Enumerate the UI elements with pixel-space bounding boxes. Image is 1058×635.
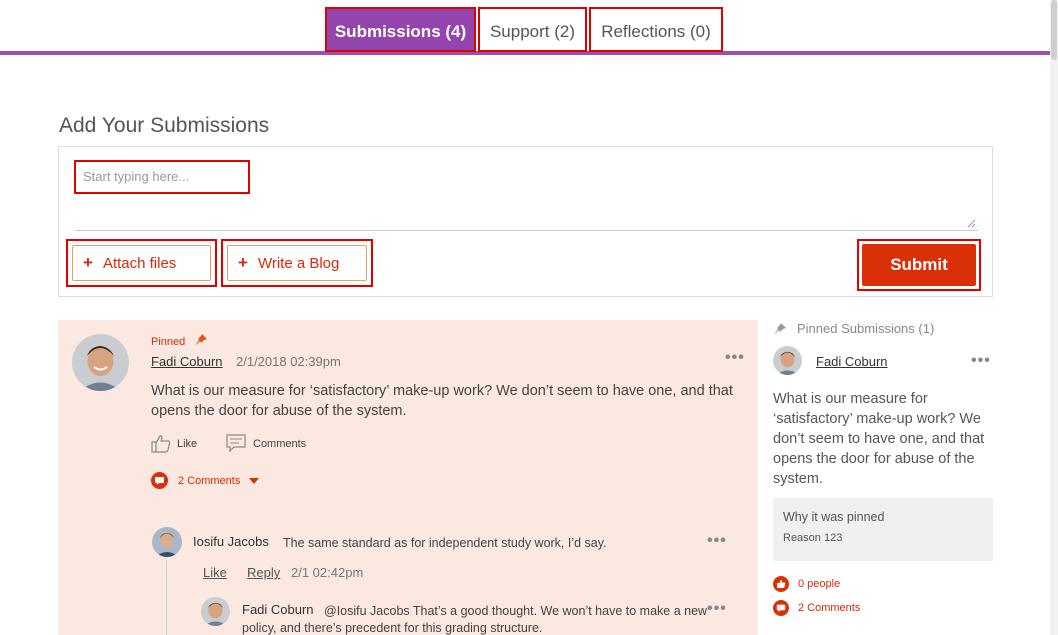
- why-pinned-box: Why it was pinned Reason 123: [773, 498, 993, 561]
- post-comments-button[interactable]: Comments: [226, 434, 306, 453]
- why-pinned-title: Why it was pinned: [783, 510, 885, 524]
- pin-icon: [195, 334, 207, 346]
- why-pinned-reason: Reason 123: [783, 532, 843, 544]
- avatar-fadi-coburn-icon: [72, 334, 129, 391]
- post-timestamp: 2/1/2018 02:39pm: [236, 354, 341, 369]
- reply-author[interactable]: Iosifu Jacobs: [193, 534, 269, 549]
- comment-icon: [226, 434, 246, 453]
- caret-down-icon: [249, 477, 260, 484]
- post-more-icon[interactable]: •••: [725, 349, 745, 367]
- reply-more-icon[interactable]: •••: [707, 600, 727, 618]
- likes-count: 0 people: [798, 578, 841, 590]
- plus-icon: +: [238, 253, 248, 272]
- pin-icon: [774, 322, 786, 335]
- comments-count: 2 Comments: [178, 474, 241, 487]
- comment-bubble-icon: [151, 472, 168, 489]
- comment-bubble-icon: [773, 600, 789, 616]
- avatar[interactable]: [201, 597, 230, 626]
- plus-icon: +: [83, 253, 93, 272]
- tab-reflections[interactable]: Reflections (0): [589, 7, 723, 52]
- scrollbar-thumb[interactable]: [1051, 0, 1057, 60]
- tab-submissions[interactable]: Submissions (4): [325, 7, 476, 52]
- reply-text: @Iosifu Jacobs That’s a good thought. We…: [242, 604, 708, 635]
- sidebar-post-body: What is our measure for ‘satisfactory’ m…: [773, 391, 985, 487]
- pinned-submissions-header: Pinned Submissions (1): [773, 321, 934, 336]
- avatar-iosifu-jacobs-icon: [152, 527, 182, 557]
- sidebar-comments-link[interactable]: 2 Comments: [773, 600, 860, 616]
- thumbs-up-icon: [151, 435, 171, 453]
- avatar[interactable]: [773, 346, 802, 375]
- write-blog-label: Write a Blog: [257, 254, 340, 272]
- avatar-fadi-coburn-icon: [773, 346, 802, 375]
- sidebar-more-icon[interactable]: •••: [971, 352, 991, 370]
- post-body: What is our measure for ‘satisfactory’ m…: [151, 383, 733, 419]
- thread-line: [166, 560, 167, 635]
- submit-button[interactable]: Submit: [857, 239, 981, 291]
- reply-button[interactable]: Reply: [247, 565, 280, 580]
- sidebar-comments-count: 2 Comments: [798, 602, 861, 614]
- reply-more-icon[interactable]: •••: [707, 532, 727, 550]
- attach-files-button[interactable]: + Attach files: [66, 239, 217, 287]
- sidebar-author-link[interactable]: Fadi Coburn: [816, 354, 888, 369]
- post-author-link[interactable]: Fadi Coburn: [151, 354, 223, 369]
- pinned-sidebar: Pinned Submissions (1) Fadi Coburn ••• W…: [773, 318, 993, 635]
- textarea-placeholder[interactable]: Start typing here...: [74, 160, 250, 194]
- comments-label: Comments: [253, 437, 307, 450]
- comments-toggle[interactable]: 2 Comments: [151, 472, 260, 489]
- pinned-label: Pinned: [151, 336, 186, 348]
- page-scrollbar[interactable]: [1050, 0, 1058, 635]
- avatar-fadi-coburn-icon: [201, 597, 230, 626]
- pinned-submissions-label: Pinned Submissions (1): [797, 321, 935, 336]
- attach-files-label: Attach files: [102, 254, 177, 272]
- resize-grip-icon[interactable]: [967, 219, 976, 228]
- submit-label: Submit: [862, 244, 976, 286]
- pinned-post: Pinned Fadi Coburn 2/1/2018 02:39pm ••• …: [58, 320, 758, 635]
- thumbs-up-badge-icon: [773, 576, 789, 592]
- section-title: Add Your Submissions: [59, 114, 270, 137]
- avatar[interactable]: [72, 334, 129, 391]
- reply-text: The same standard as for independent stu…: [283, 536, 607, 550]
- tab-support[interactable]: Support (2): [478, 7, 587, 52]
- reply-like-button[interactable]: Like: [203, 565, 227, 580]
- post-like-button[interactable]: Like: [151, 434, 197, 453]
- write-blog-button[interactable]: + Write a Blog: [221, 239, 373, 287]
- like-label: Like: [177, 437, 198, 450]
- tab-bar: Submissions (4) Support (2) Reflections …: [0, 0, 1050, 56]
- reply-timestamp: 2/1 02:42pm: [291, 565, 364, 580]
- likes-count-link[interactable]: 0 people: [773, 576, 840, 592]
- avatar[interactable]: [152, 527, 182, 557]
